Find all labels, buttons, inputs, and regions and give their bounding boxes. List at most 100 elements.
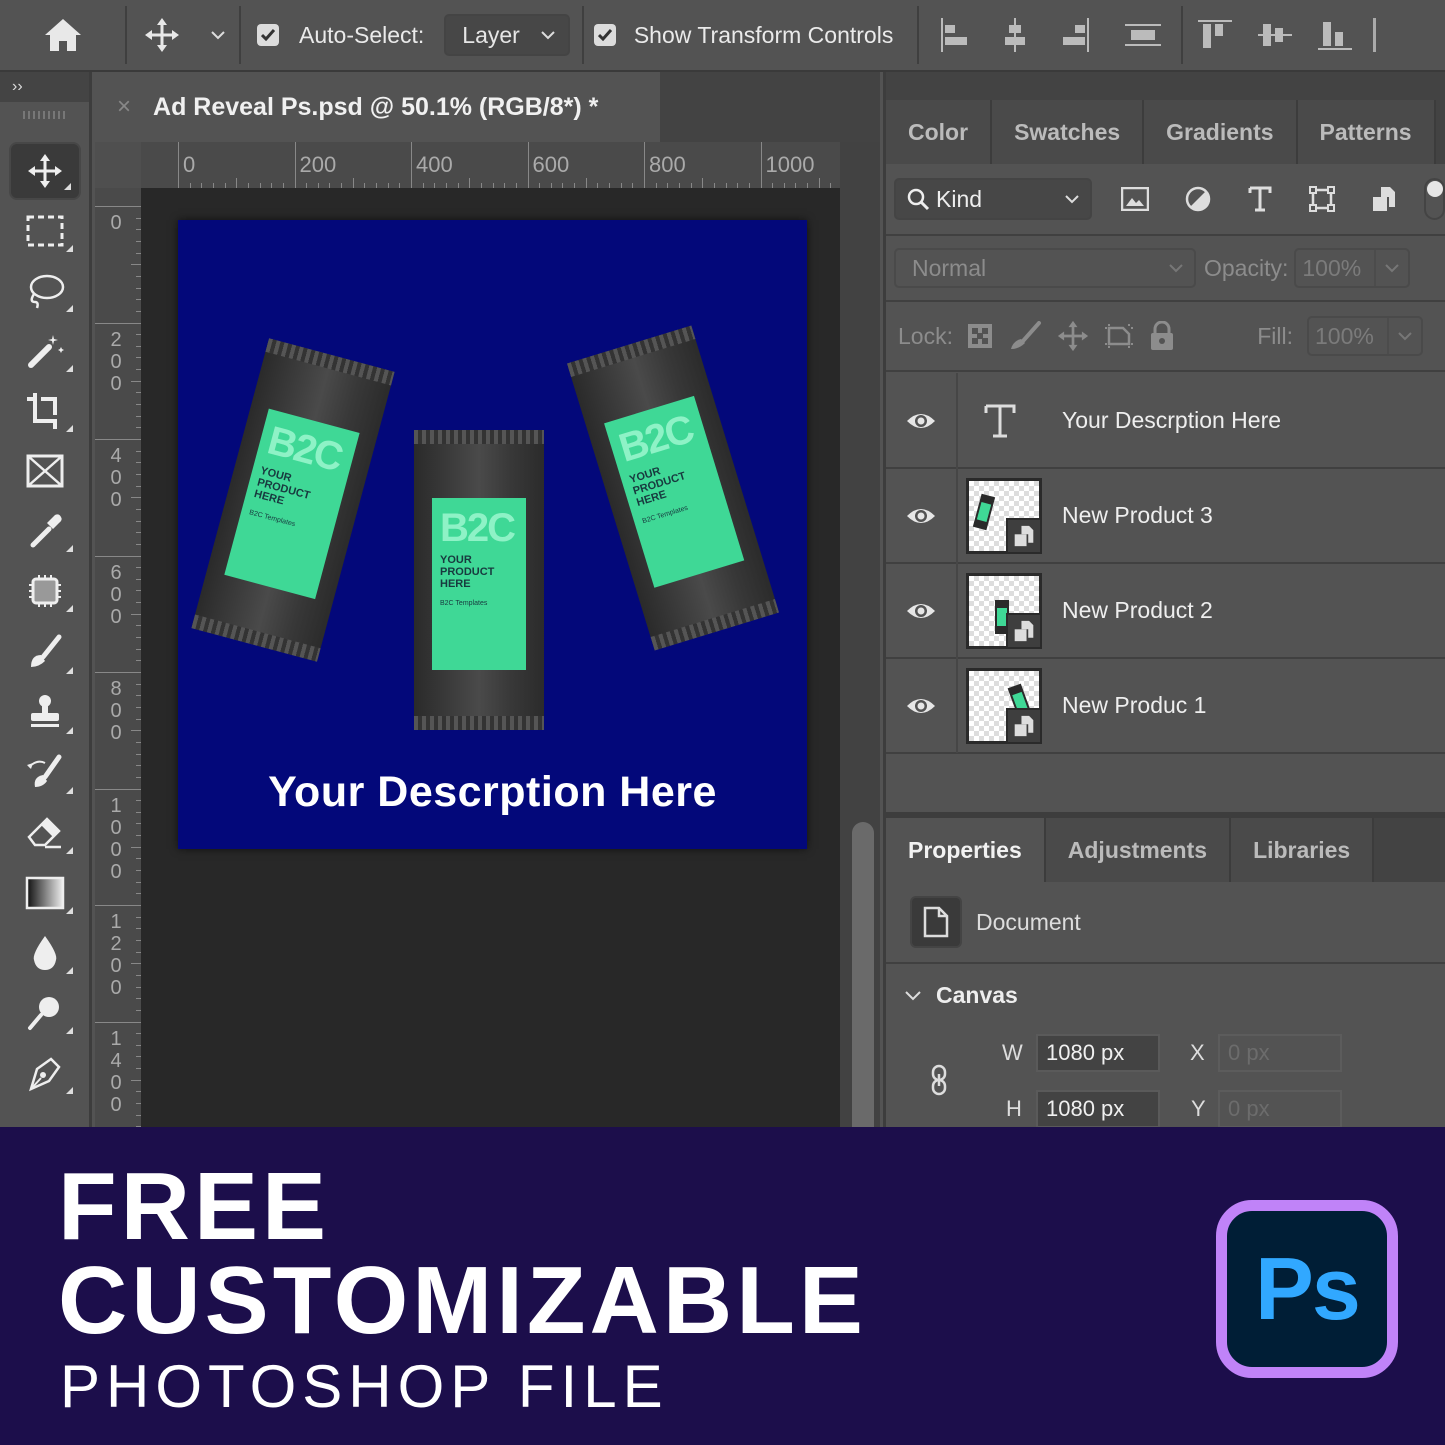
pen-tool[interactable] xyxy=(9,1044,81,1102)
ruler-minor-tick xyxy=(352,178,354,188)
banner-headline-1: FREE xyxy=(58,1153,331,1260)
dodge-tool[interactable] xyxy=(9,984,81,1042)
layer-row[interactable]: New Product 2 xyxy=(886,563,1445,659)
lock-all-icon[interactable] xyxy=(1149,321,1175,351)
auto-select-checkbox[interactable] xyxy=(257,24,279,46)
align-left-button[interactable] xyxy=(933,13,977,57)
ruler-minor-tick xyxy=(131,730,141,732)
blend-mode-dropdown[interactable]: Normal xyxy=(894,248,1196,288)
filter-adjustment-button[interactable] xyxy=(1171,178,1225,220)
product-pack-1[interactable]: B2C YOUR PRODUCT HERE B2C Templates xyxy=(191,338,395,662)
fill-input[interactable]: 100% xyxy=(1307,316,1423,356)
chevron-down-icon xyxy=(541,31,555,40)
eyedropper-tool[interactable] xyxy=(9,502,81,560)
tab-libraries[interactable]: Libraries xyxy=(1231,818,1375,882)
move-tool-preset[interactable] xyxy=(127,0,197,71)
tab-gradients[interactable]: Gradients xyxy=(1144,100,1298,164)
lock-image-icon[interactable] xyxy=(1007,321,1043,351)
frame-tool[interactable] xyxy=(9,442,81,500)
layer-name[interactable]: Your Descrption Here xyxy=(1062,407,1281,434)
ruler-label: 1000 xyxy=(765,152,815,177)
lock-artboard-icon[interactable] xyxy=(1103,322,1135,350)
layer-row[interactable]: New Product 3 xyxy=(886,468,1445,564)
tool-preset-dropdown[interactable] xyxy=(197,0,239,71)
distribute-button[interactable] xyxy=(1121,13,1165,57)
tab-properties[interactable]: Properties xyxy=(886,818,1046,882)
smart-object-badge xyxy=(1006,517,1042,554)
canvas-width-input[interactable]: 1080 px xyxy=(1036,1034,1160,1072)
link-icon[interactable] xyxy=(930,1064,948,1096)
ruler-minor-tick xyxy=(136,392,141,394)
scrollbar-thumb[interactable] xyxy=(852,822,874,1142)
tab-patterns[interactable]: Patterns xyxy=(1297,100,1436,164)
ruler-minor-tick xyxy=(136,986,141,988)
layer-name[interactable]: New Produc 1 xyxy=(1062,692,1206,719)
tab-color[interactable]: Color xyxy=(886,100,993,164)
canvas-description-text[interactable]: Your Descrption Here xyxy=(178,768,807,817)
magic-wand-tool[interactable] xyxy=(9,322,81,380)
eye-icon xyxy=(907,603,935,618)
lock-transparent-icon[interactable] xyxy=(967,323,993,349)
lasso-tool[interactable] xyxy=(9,262,81,320)
filter-smart-object-button[interactable] xyxy=(1357,178,1411,220)
ruler-minor-tick xyxy=(136,543,141,545)
ruler-minor-tick xyxy=(772,183,774,188)
align-right-button[interactable] xyxy=(1053,13,1097,57)
canvas-x-input[interactable]: 0 px xyxy=(1218,1034,1342,1072)
canvas-artboard[interactable]: B2C YOUR PRODUCT HERE B2C Templates B2C … xyxy=(178,220,807,849)
ruler-minor-tick xyxy=(364,183,366,188)
ruler-major-tick xyxy=(95,439,141,440)
visibility-toggle[interactable] xyxy=(886,658,958,753)
layer-row[interactable]: New Produc 1 xyxy=(886,658,1445,754)
ruler-minor-tick xyxy=(434,183,436,188)
product-pack-3[interactable]: B2C YOUR PRODUCT HERE B2C Templates xyxy=(566,325,780,651)
crop-tool[interactable] xyxy=(9,382,81,440)
filter-type-button[interactable] xyxy=(1233,178,1287,220)
filter-toggle[interactable] xyxy=(1423,178,1445,220)
show-transform-checkbox[interactable] xyxy=(593,24,616,46)
visibility-toggle[interactable] xyxy=(886,468,958,563)
home-button[interactable] xyxy=(0,0,125,71)
close-tab-icon[interactable]: × xyxy=(117,93,131,121)
canvas-y-input[interactable]: 0 px xyxy=(1218,1090,1342,1128)
document-tab[interactable]: × Ad Reveal Ps.psd @ 50.1% (RGB/8*) * xyxy=(95,72,660,142)
layer-row[interactable]: Your Descrption Here xyxy=(886,373,1445,469)
align-top-button[interactable] xyxy=(1193,13,1237,57)
layer-name[interactable]: New Product 3 xyxy=(1062,502,1213,529)
lock-position-icon[interactable] xyxy=(1057,320,1089,352)
canvas-height-input[interactable]: 1080 px xyxy=(1036,1090,1160,1128)
filter-kind-dropdown[interactable]: Kind xyxy=(894,178,1093,220)
toolbar-grip[interactable] xyxy=(0,102,89,128)
filter-shape-button[interactable] xyxy=(1295,178,1349,220)
clone-stamp-tool[interactable] xyxy=(9,684,81,742)
opacity-input[interactable]: 100% xyxy=(1294,248,1411,288)
tab-swatches[interactable]: Swatches xyxy=(992,100,1145,164)
ruler-minor-tick xyxy=(504,183,506,188)
blur-tool[interactable] xyxy=(9,924,81,982)
layer-name[interactable]: New Product 2 xyxy=(1062,597,1213,624)
vertical-scrollbar[interactable] xyxy=(840,142,880,1142)
align-vcenter-button[interactable] xyxy=(1253,13,1297,57)
tab-adjustments[interactable]: Adjustments xyxy=(1045,818,1232,882)
vertical-ruler[interactable]: 0 200 400 600 800 1000 1200 1400 xyxy=(95,188,141,1132)
ruler-origin[interactable] xyxy=(95,142,141,188)
brush-tool[interactable] xyxy=(9,624,81,682)
product-pack-2[interactable]: B2C YOUR PRODUCT HERE B2C Templates xyxy=(414,430,544,730)
rectangular-marquee-tool[interactable] xyxy=(9,202,81,260)
visibility-toggle[interactable] xyxy=(886,373,958,468)
history-brush-tool[interactable] xyxy=(9,744,81,802)
canvas-section-header[interactable]: Canvas xyxy=(904,982,1018,1009)
move-tool[interactable] xyxy=(9,142,81,200)
ruler-label: 800 xyxy=(110,678,122,744)
spot-healing-tool[interactable] xyxy=(9,562,81,620)
align-hcenter-button[interactable] xyxy=(993,13,1037,57)
horizontal-ruler[interactable]: 0 200 400 600 800 1000 xyxy=(141,142,867,188)
visibility-toggle[interactable] xyxy=(886,563,958,658)
align-bottom-button[interactable] xyxy=(1313,13,1357,57)
collapse-toolbar-button[interactable]: ›› xyxy=(0,72,89,102)
history-brush-icon xyxy=(27,754,62,787)
eraser-tool[interactable] xyxy=(9,804,81,862)
auto-select-dropdown[interactable]: Layer xyxy=(444,14,570,56)
filter-pixel-button[interactable] xyxy=(1108,178,1162,220)
gradient-tool[interactable] xyxy=(9,864,81,922)
